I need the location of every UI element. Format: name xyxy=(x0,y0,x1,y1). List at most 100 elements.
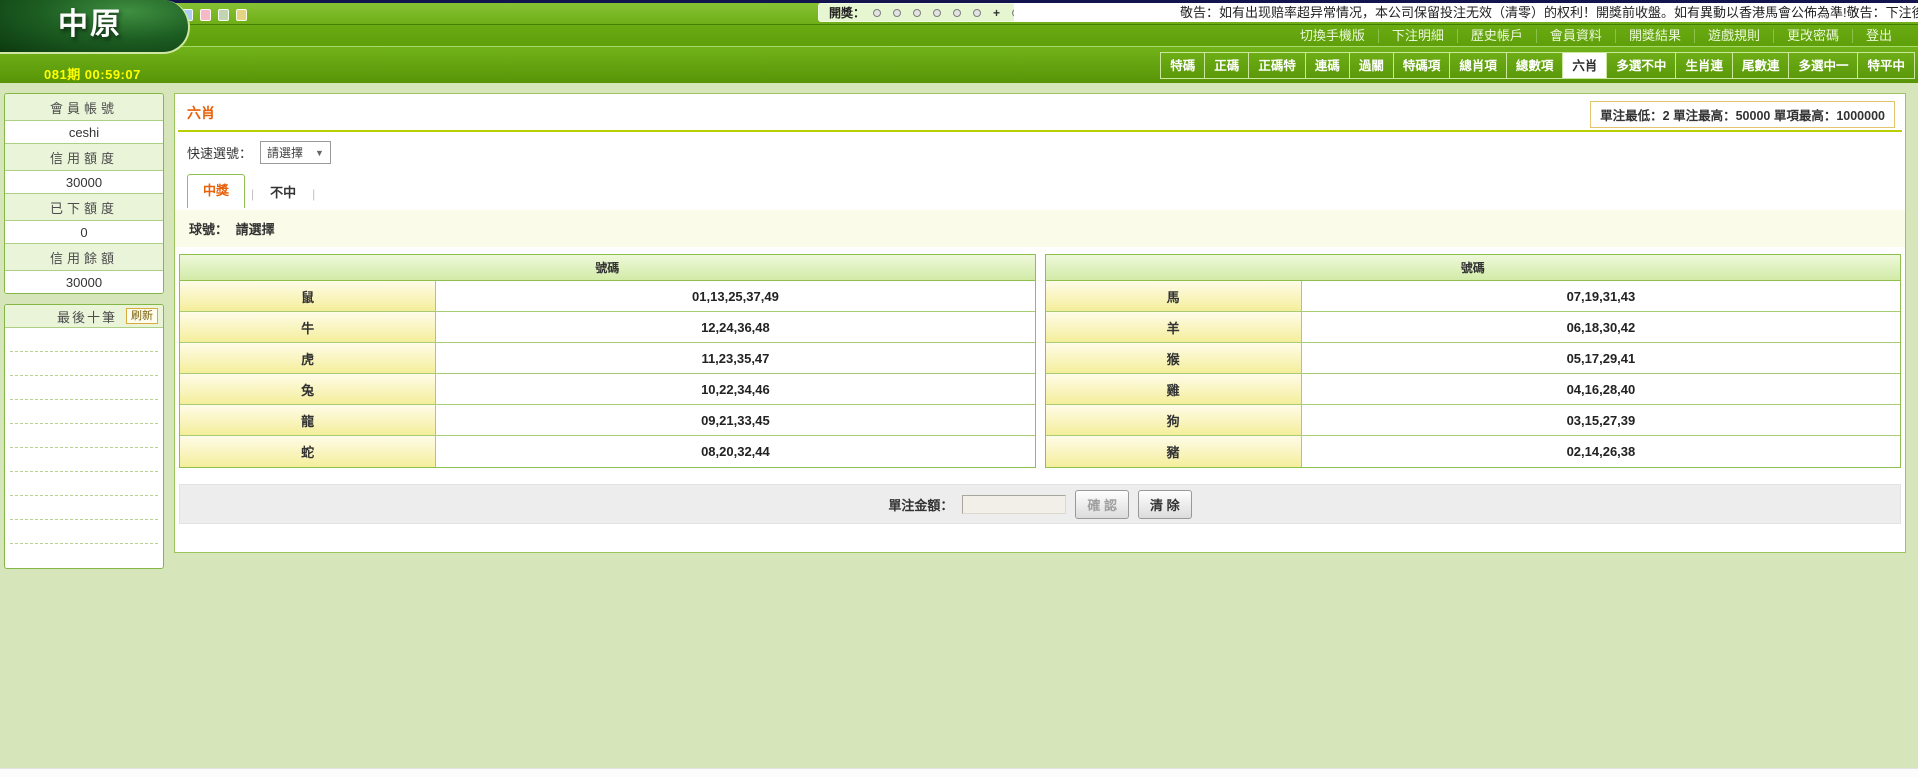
draw-ball xyxy=(973,9,981,17)
content-area: 會員帳號 ceshi 信用額度 30000 已下額度 0 信用餘額 30000 … xyxy=(0,83,1918,569)
game-tab[interactable]: 特平中 xyxy=(1857,52,1915,79)
topnav-item[interactable]: 會員資料 xyxy=(1537,29,1616,43)
game-tab[interactable]: 多選不中 xyxy=(1606,52,1676,79)
subtab-row: 中獎 | 不中 | xyxy=(175,171,1905,208)
game-tab[interactable]: 特碼項 xyxy=(1393,52,1451,79)
topnav-item[interactable]: 開獎結果 xyxy=(1616,29,1695,43)
draw-ball xyxy=(913,9,921,17)
draw-ball xyxy=(873,9,881,17)
page: 切換手機版下注明細歷史帳戶會員資料開獎結果遊戲規則更改密碼登出 特碼正碼正碼特連… xyxy=(0,0,1918,777)
quick-select-dropdown[interactable]: 請選擇 ▼ xyxy=(260,141,331,164)
zodiac-cell[interactable]: 猴 xyxy=(1046,343,1302,374)
game-tab[interactable]: 尾數連 xyxy=(1732,52,1790,79)
topnav-item[interactable]: 遊戲規則 xyxy=(1695,29,1774,43)
top-nav-bar: 切換手機版下注明細歷史帳戶會員資料開獎結果遊戲規則更改密碼登出 xyxy=(0,25,1918,47)
zodiac-cell[interactable]: 羊 xyxy=(1046,312,1302,343)
zodiac-cell[interactable]: 虎 xyxy=(180,343,436,374)
recent-bets-header: 最後十筆 刷新 xyxy=(5,305,163,328)
table-row[interactable]: 龍 09,21,33,45 xyxy=(180,405,1035,436)
quick-select-label: 快速選號： xyxy=(187,143,252,162)
game-tab[interactable]: 總肖項 xyxy=(1449,52,1507,79)
zodiac-cell[interactable]: 牛 xyxy=(180,312,436,343)
announcement-marquee: 敬告：如有出现赔率超异常情况，本公司保留投注无效（清零）的权利！開獎前收盤。如有… xyxy=(1014,3,1918,22)
draw-balls: + xyxy=(873,9,1020,17)
table-row[interactable]: 馬 07,19,31,43 xyxy=(1046,281,1901,312)
account-field-value: 30000 xyxy=(5,171,163,194)
numbers-cell[interactable]: 08,20,32,44 xyxy=(436,436,1034,467)
topnav-item[interactable]: 更改密碼 xyxy=(1774,29,1853,43)
zodiac-cell[interactable]: 鼠 xyxy=(180,281,436,312)
subtab-separator: | xyxy=(245,187,260,208)
refresh-button[interactable]: 刷新 xyxy=(126,308,158,324)
page-title: 六肖 xyxy=(187,105,215,121)
draw-results-box: 開獎： + xyxy=(818,3,1031,22)
table-row[interactable]: 鼠 01,13,25,37,49 xyxy=(180,281,1035,312)
subtab-separator: | xyxy=(306,187,321,208)
decor-square-green xyxy=(218,9,229,21)
account-field-value: ceshi xyxy=(5,121,163,144)
game-tab[interactable]: 多選中一 xyxy=(1788,52,1858,79)
recent-bet-row xyxy=(10,496,158,520)
numbers-cell[interactable]: 04,16,28,40 xyxy=(1302,374,1900,405)
game-tab[interactable]: 六肖 xyxy=(1562,52,1607,79)
table-row[interactable]: 猴 05,17,29,41 xyxy=(1046,343,1901,374)
draw-ball xyxy=(893,9,901,17)
zodiac-cell[interactable]: 蛇 xyxy=(180,436,436,467)
table-column-header: 號碼 xyxy=(180,255,1035,281)
draw-ball xyxy=(953,9,961,17)
table-row[interactable]: 牛 12,24,36,48 xyxy=(180,312,1035,343)
game-tab[interactable]: 總數項 xyxy=(1506,52,1564,79)
topnav-item[interactable]: 下注明細 xyxy=(1379,29,1458,43)
game-tab[interactable]: 過關 xyxy=(1349,52,1394,79)
subtab[interactable]: 中獎 xyxy=(187,174,245,208)
zodiac-cell[interactable]: 馬 xyxy=(1046,281,1302,312)
table-row[interactable]: 蛇 08,20,32,44 xyxy=(180,436,1035,467)
game-tab[interactable]: 生肖連 xyxy=(1675,52,1733,79)
numbers-cell[interactable]: 09,21,33,45 xyxy=(436,405,1034,436)
table-row[interactable]: 豬 02,14,26,38 xyxy=(1046,436,1901,467)
zodiac-cell[interactable]: 兔 xyxy=(180,374,436,405)
plus-sign: + xyxy=(993,9,1000,17)
topnav-item[interactable]: 登出 xyxy=(1853,29,1902,43)
zodiac-cell[interactable]: 龍 xyxy=(180,405,436,436)
numbers-cell[interactable]: 07,19,31,43 xyxy=(1302,281,1900,312)
account-field-label: 信用餘額 xyxy=(5,244,163,271)
recent-bet-row xyxy=(10,424,158,448)
table-row[interactable]: 雞 04,16,28,40 xyxy=(1046,374,1901,405)
numbers-cell[interactable]: 11,23,35,47 xyxy=(436,343,1034,374)
game-tab[interactable]: 連碼 xyxy=(1305,52,1350,79)
account-panel: 會員帳號 ceshi 信用額度 30000 已下額度 0 信用餘額 30000 xyxy=(4,93,164,294)
game-tab[interactable]: 特碼 xyxy=(1160,52,1205,79)
numbers-cell[interactable]: 06,18,30,42 xyxy=(1302,312,1900,343)
confirm-button[interactable]: 確 認 xyxy=(1075,490,1129,519)
subtab-wrap: 中獎 | xyxy=(187,174,260,208)
bet-limits: 單注最低：2 單注最高：50000 單項最高：1000000 xyxy=(1590,101,1895,128)
recent-bet-row xyxy=(10,400,158,424)
clear-button[interactable]: 清 除 xyxy=(1138,490,1192,519)
subtab[interactable]: 不中 xyxy=(260,177,306,208)
zodiac-cell[interactable]: 雞 xyxy=(1046,374,1302,405)
game-tab[interactable]: 正碼 xyxy=(1204,52,1249,79)
table-row[interactable]: 狗 03,15,27,39 xyxy=(1046,405,1901,436)
numbers-cell[interactable]: 10,22,34,46 xyxy=(436,374,1034,405)
table-row[interactable]: 兔 10,22,34,46 xyxy=(180,374,1035,405)
topnav-item[interactable]: 切換手機版 xyxy=(1287,29,1379,43)
zodiac-cell[interactable]: 豬 xyxy=(1046,436,1302,467)
sidebar: 會員帳號 ceshi 信用額度 30000 已下額度 0 信用餘額 30000 … xyxy=(4,93,164,569)
table-row[interactable]: 虎 11,23,35,47 xyxy=(180,343,1035,374)
bet-amount-input[interactable] xyxy=(962,495,1066,514)
zodiac-table-right: 號碼 馬 07,19,31,43 羊 06,18,30,42 xyxy=(1045,254,1902,468)
numbers-cell[interactable]: 03,15,27,39 xyxy=(1302,405,1900,436)
table-row[interactable]: 羊 06,18,30,42 xyxy=(1046,312,1901,343)
quick-select-value: 請選擇 xyxy=(267,144,303,161)
zodiac-cell[interactable]: 狗 xyxy=(1046,405,1302,436)
numbers-cell[interactable]: 05,17,29,41 xyxy=(1302,343,1900,374)
ball-number-value: 請選擇 xyxy=(236,222,275,237)
numbers-cell[interactable]: 01,13,25,37,49 xyxy=(436,281,1034,312)
numbers-cell[interactable]: 12,24,36,48 xyxy=(436,312,1034,343)
decor-square-yellow xyxy=(236,9,247,21)
topnav-item[interactable]: 歷史帳戶 xyxy=(1458,29,1537,43)
game-tab[interactable]: 正碼特 xyxy=(1248,52,1306,79)
title-row: 六肖 單注最低：2 單注最高：50000 單項最高：1000000 xyxy=(175,94,1905,123)
numbers-cell[interactable]: 02,14,26,38 xyxy=(1302,436,1900,467)
